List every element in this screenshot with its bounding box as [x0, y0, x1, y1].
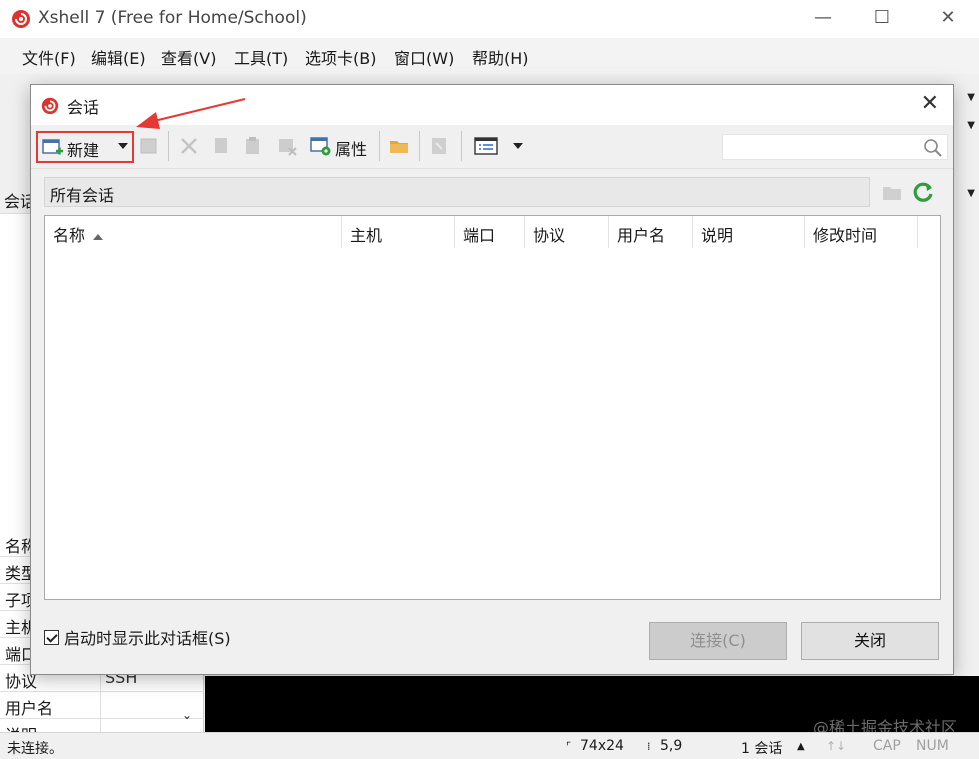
menu-tabs[interactable]: 选项卡(B): [305, 45, 376, 69]
column-host[interactable]: 主机: [342, 216, 455, 248]
dialog-title: 会话: [67, 98, 100, 117]
tabbar-right-edge: ▼: [955, 180, 979, 210]
parent-folder-icon[interactable]: [881, 182, 903, 202]
cut-icon[interactable]: [178, 135, 200, 157]
column-protocol[interactable]: 协议: [525, 216, 609, 248]
show-on-startup-option[interactable]: 启动时显示此对话框(S): [44, 625, 231, 649]
column-name[interactable]: 名称: [45, 216, 342, 248]
column-username-label: 用户名: [617, 226, 666, 245]
window-title: Xshell 7 (Free for Home/School): [38, 8, 307, 28]
toolbar-separator: [419, 131, 420, 161]
menu-tools[interactable]: 工具(T): [234, 45, 288, 69]
sessions-list[interactable]: 名称 主机 端口 协议 用户名 说明 修改时间: [44, 215, 941, 600]
minimize-button[interactable]: —: [792, 0, 854, 36]
dialog-close-button[interactable]: ✕: [921, 91, 939, 116]
show-on-startup-label[interactable]: 启动时显示此对话框(S): [64, 625, 231, 649]
menu-window[interactable]: 窗口(W): [394, 45, 454, 69]
view-mode-caret-icon[interactable]: [513, 143, 523, 149]
statusbar: 未连接。 ⌜ 74x24 ⁞ 5,9 1 会话 ▲ ↑↓ CAP NUM: [0, 732, 979, 759]
column-port-label: 端口: [463, 226, 496, 245]
sort-ascending-icon: [93, 233, 104, 240]
column-description-label: 说明: [701, 226, 734, 245]
new-session-button[interactable]: 新建: [36, 131, 134, 163]
main-titlebar: Xshell 7 (Free for Home/School) — ☐ ✕: [0, 0, 979, 38]
toolbar-separator: [379, 131, 380, 161]
xshell-logo-icon: [12, 10, 30, 28]
menu-file[interactable]: 文件(F): [22, 45, 76, 69]
column-port[interactable]: 端口: [455, 216, 525, 248]
menu-view[interactable]: 查看(V): [161, 45, 216, 69]
session-path-bar: 所有会话: [44, 177, 870, 207]
column-username[interactable]: 用户名: [609, 216, 693, 248]
session-count: 1 会话: [741, 741, 783, 757]
column-description[interactable]: 说明: [693, 216, 805, 248]
grid-scroll-down-icon[interactable]: ⌄: [182, 708, 192, 722]
sessions-dialog: 会话 ✕ 新建 属性 所有会话 名称 主机 端口 协议 用户名 说明 修改时间 …: [30, 84, 954, 675]
toolbar-separator: [461, 131, 462, 161]
folder-icon[interactable]: [388, 135, 410, 157]
column-host-label: 主机: [350, 226, 383, 245]
session-search-input[interactable]: [723, 135, 919, 159]
dialog-toolbar: 新建 属性: [31, 125, 953, 169]
menu-help[interactable]: 帮助(H): [472, 45, 529, 69]
sessions-list-header: 名称 主机 端口 协议 用户名 说明 修改时间: [45, 216, 940, 248]
terminal-size-icon: ⌜: [566, 740, 572, 753]
menubar: 文件(F) 编辑(E) 查看(V) 工具(T) 选项卡(B) 窗口(W) 帮助(…: [0, 38, 979, 74]
toolbar-overflow-icon[interactable]: ▼: [967, 92, 975, 103]
terminal-size: 74x24: [580, 738, 624, 754]
delete-icon[interactable]: [276, 135, 298, 157]
import-export-icon[interactable]: [428, 135, 450, 157]
connection-status: 未连接。: [7, 741, 63, 757]
view-mode-icon[interactable]: [473, 135, 499, 157]
close-window-button[interactable]: ✕: [917, 0, 979, 36]
refresh-icon[interactable]: [911, 180, 935, 204]
session-path: 所有会话: [50, 186, 115, 205]
new-dropdown-caret-icon[interactable]: [118, 143, 128, 149]
properties-icon[interactable]: [310, 135, 332, 157]
property-row: 用户名: [0, 692, 204, 719]
column-name-label: 名称: [53, 226, 86, 245]
show-on-startup-checkbox[interactable]: [44, 629, 59, 645]
dialog-titlebar: 会话 ✕: [31, 85, 953, 125]
address-bar-overflow-icon[interactable]: ▼: [967, 120, 975, 131]
scroll-arrows-icon: ↑↓: [826, 739, 847, 753]
property-key: 用户名: [0, 692, 101, 718]
menu-edit[interactable]: 编辑(E): [91, 45, 146, 69]
search-icon[interactable]: [923, 138, 943, 158]
new-session-icon: [42, 139, 63, 155]
connect-button[interactable]: 连接(C): [649, 622, 787, 660]
paste-icon[interactable]: [242, 135, 264, 157]
cursor-position-icon: ⁞: [647, 740, 651, 753]
toolbar-separator: [168, 131, 169, 161]
new-session-label: 新建: [67, 141, 100, 160]
caps-lock-indicator: CAP: [873, 738, 901, 754]
column-modified-label: 修改时间: [813, 226, 878, 245]
properties-label[interactable]: 属性: [335, 136, 367, 160]
num-lock-indicator: NUM: [916, 738, 949, 754]
cursor-position: 5,9: [660, 738, 683, 754]
maximize-button[interactable]: ☐: [851, 0, 913, 36]
column-protocol-label: 协议: [533, 226, 566, 245]
session-up-icon[interactable]: ▲: [797, 741, 805, 752]
open-session-icon[interactable]: [138, 135, 160, 157]
copy-icon[interactable]: [210, 135, 232, 157]
tab-list-chevron-icon[interactable]: ▼: [967, 188, 975, 199]
close-dialog-button[interactable]: 关闭: [801, 622, 939, 660]
session-search-box[interactable]: [722, 134, 948, 160]
column-modified[interactable]: 修改时间: [805, 216, 918, 248]
xshell-logo-icon: [41, 97, 59, 115]
